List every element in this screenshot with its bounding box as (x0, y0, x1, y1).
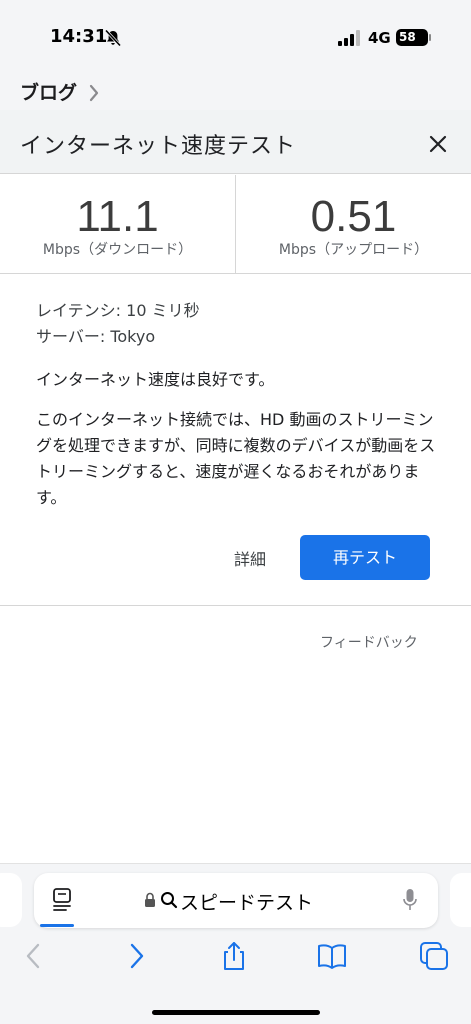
lock-icon (145, 892, 155, 907)
status-bar: 14:31 4G 58 (0, 0, 471, 76)
speed-detail: このインターネット接続では、HD 動画のストリーミングを処理できますが、同時に複… (36, 410, 436, 507)
reader-icon[interactable] (52, 887, 74, 913)
download-result: 11.1 Mbps（ダウンロード） (0, 175, 235, 274)
address-bar[interactable]: スピードテスト (34, 873, 438, 928)
panel-header: インターネット速度テスト (0, 110, 471, 174)
share-icon[interactable] (218, 940, 250, 972)
test-info: レイテンシ: 10 ミリ秒 サーバー: Tokyo インターネット速度は良好です… (36, 298, 436, 511)
feedback-link[interactable]: フィードバック (320, 632, 418, 652)
close-icon[interactable] (426, 132, 450, 156)
latency-text: レイテンシ: 10 ミリ秒 (36, 301, 200, 320)
battery-indicator: 58 (396, 29, 431, 46)
server-text: サーバー: Tokyo (36, 327, 156, 346)
chevron-right-icon (89, 84, 99, 102)
forward-icon[interactable] (120, 940, 152, 972)
tabs-icon[interactable] (418, 940, 450, 972)
previous-tab-preview[interactable] (0, 873, 22, 927)
next-tab-preview[interactable] (450, 873, 471, 927)
microphone-icon[interactable] (402, 888, 418, 912)
home-indicator (152, 1010, 320, 1015)
download-label: Mbps（ダウンロード） (42, 242, 193, 258)
speed-results: 11.1 Mbps（ダウンロード） 0.51 Mbps（アップロード） (0, 175, 471, 274)
breadcrumb-label[interactable]: ブログ (20, 78, 77, 105)
bell-slash-icon (104, 29, 122, 47)
back-icon[interactable] (18, 940, 50, 972)
retest-button[interactable]: 再テスト (300, 535, 430, 580)
cellular-signal-icon (338, 30, 360, 46)
section-divider (0, 605, 471, 606)
page-title: インターネット速度テスト (20, 134, 297, 159)
download-value: 11.1 (76, 192, 159, 241)
upload-value: 0.51 (310, 192, 397, 241)
bookmarks-icon[interactable] (316, 940, 348, 972)
details-link[interactable]: 詳細 (234, 546, 266, 570)
upload-result: 0.51 Mbps（アップロード） (236, 175, 471, 274)
network-type: 4G (368, 29, 391, 47)
status-time: 14:31 (50, 26, 108, 47)
reader-active-indicator (40, 924, 74, 927)
search-icon (161, 892, 178, 909)
address-text[interactable]: スピードテスト (180, 888, 313, 915)
breadcrumb[interactable]: ブログ (0, 76, 471, 110)
speed-summary: インターネット速度は良好です。 (36, 370, 275, 389)
upload-label: Mbps（アップロード） (278, 242, 429, 258)
